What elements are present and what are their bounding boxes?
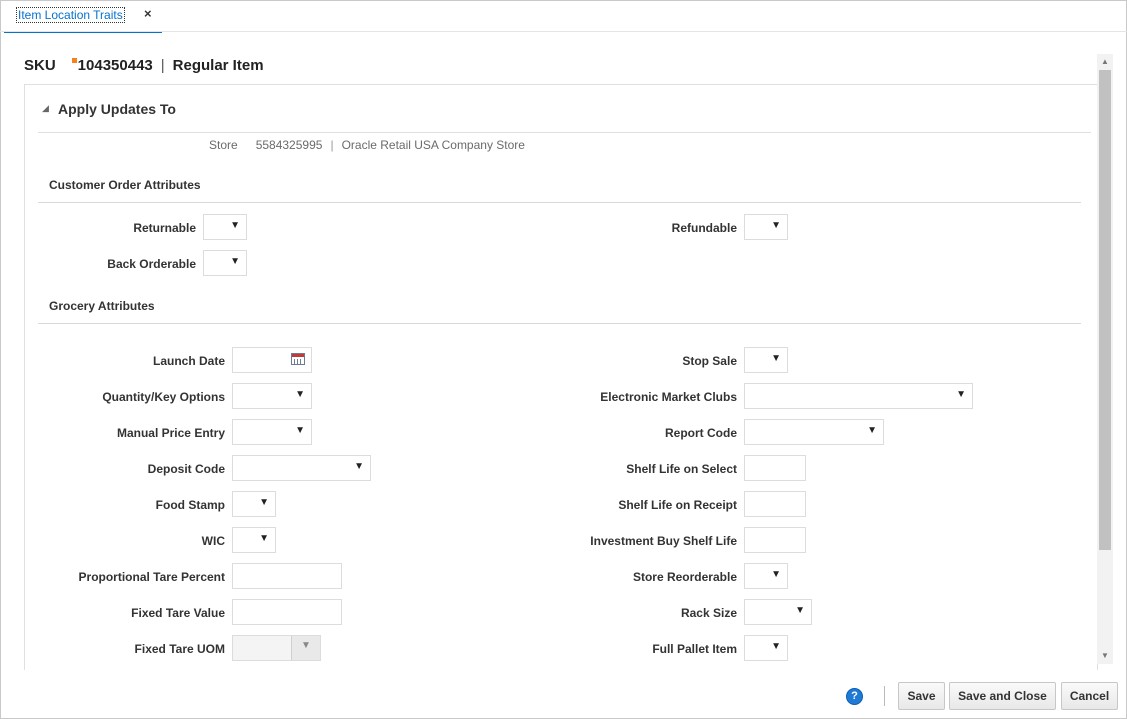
chevron-down-icon: ▼ <box>259 497 269 508</box>
food-stamp-label: Food Stamp <box>155 498 225 512</box>
deposit-code-label: Deposit Code <box>147 462 225 476</box>
back-orderable-select[interactable]: ▼ <box>203 250 247 276</box>
shelf-life-on-select-label: Shelf Life on Select <box>626 462 737 476</box>
store-info: Store 5584325995 | Oracle Retail USA Compan… <box>209 138 525 152</box>
refundable-label: Refundable <box>671 221 737 235</box>
rack-size-select[interactable]: ▼ <box>744 599 812 625</box>
chevron-down-icon: ▼ <box>771 220 781 231</box>
section-divider <box>38 132 1091 133</box>
store-reorderable-label: Store Reorderable <box>632 570 737 584</box>
chevron-down-icon: ▼ <box>295 425 305 436</box>
shelf-life-on-receipt-input[interactable] <box>744 491 806 517</box>
back-orderable-label: Back Orderable <box>107 257 196 271</box>
chevron-down-icon: ▼ <box>956 389 966 400</box>
tab-label[interactable]: Item Location Traits <box>16 7 125 23</box>
stop-sale-select[interactable]: ▼ <box>744 347 788 373</box>
food-stamp-select[interactable]: ▼ <box>232 491 276 517</box>
rack-size-label: Rack Size <box>680 606 737 620</box>
refundable-select[interactable]: ▼ <box>744 214 788 240</box>
chevron-down-icon: ▼ <box>771 569 781 580</box>
wic-label: WIC <box>201 534 225 548</box>
returnable-label: Returnable <box>133 221 196 235</box>
item-type: Regular Item <box>172 57 264 74</box>
manual-price-entry-select[interactable]: ▼ <box>232 419 312 445</box>
scroll-down-arrow-icon[interactable]: ▼ <box>1099 650 1111 662</box>
footer-separator <box>884 686 885 706</box>
help-icon[interactable]: ? <box>846 688 863 705</box>
save-and-close-button[interactable]: Save and Close <box>949 682 1056 710</box>
section-title: Apply Updates To <box>58 101 176 117</box>
sku-value: 104350443 <box>77 57 153 74</box>
electronic-market-clubs-label: Electronic Market Clubs <box>600 390 737 404</box>
close-icon[interactable]: × <box>144 6 152 21</box>
deposit-code-select[interactable]: ▼ <box>232 455 371 481</box>
fixed-tare-value-input[interactable] <box>232 599 342 625</box>
full-pallet-item-select[interactable]: ▼ <box>744 635 788 661</box>
store-name: Oracle Retail USA Company Store <box>341 138 525 152</box>
chevron-down-icon: ▼ <box>301 640 311 651</box>
chevron-down-icon: ▼ <box>771 641 781 652</box>
report-code-select[interactable]: ▼ <box>744 419 884 445</box>
required-indicator-icon <box>71 58 77 63</box>
chevron-down-icon: ▼ <box>867 425 877 436</box>
collapse-toggle-icon[interactable]: ◢ <box>42 103 49 114</box>
chevron-down-icon: ▼ <box>295 389 305 400</box>
scroll-up-arrow-icon[interactable]: ▲ <box>1099 56 1111 68</box>
group-title-customer-order: Customer Order Attributes <box>49 178 201 192</box>
store-reorderable-select[interactable]: ▼ <box>744 563 788 589</box>
store-label: Store <box>209 138 238 152</box>
quantity-key-options-select[interactable]: ▼ <box>232 383 312 409</box>
investment-buy-shelf-life-label: Investment Buy Shelf Life <box>590 534 737 548</box>
proportional-tare-percent-label: Proportional Tare Percent <box>78 570 225 584</box>
chevron-down-icon: ▼ <box>771 353 781 364</box>
chevron-down-icon: ▼ <box>230 220 240 231</box>
tab-bar-divider <box>0 31 1127 32</box>
full-pallet-item-label: Full Pallet Item <box>652 642 737 656</box>
group-title-grocery: Grocery Attributes <box>49 299 155 313</box>
group-divider <box>38 323 1081 324</box>
chevron-down-icon: ▼ <box>354 461 364 472</box>
sku-label: SKU <box>24 57 56 74</box>
group-divider <box>38 202 1081 203</box>
launch-date-input[interactable] <box>232 347 312 373</box>
shelf-life-on-select-input[interactable] <box>744 455 806 481</box>
lov-button[interactable]: ▼ <box>291 636 320 660</box>
chevron-down-icon: ▼ <box>230 256 240 267</box>
quantity-key-options-label: Quantity/Key Options <box>102 390 225 404</box>
chevron-down-icon: ▼ <box>259 533 269 544</box>
launch-date-label: Launch Date <box>152 354 225 368</box>
returnable-select[interactable]: ▼ <box>203 214 247 240</box>
shelf-life-on-receipt-label: Shelf Life on Receipt <box>618 498 737 512</box>
page-title: SKU 104350443 | Regular Item <box>24 57 264 74</box>
proportional-tare-percent-input[interactable] <box>232 563 342 589</box>
fixed-tare-uom-label: Fixed Tare UOM <box>134 642 225 656</box>
fixed-tare-value-label: Fixed Tare Value <box>131 606 225 620</box>
header-separator: | <box>160 57 165 74</box>
fixed-tare-uom-select[interactable]: ▼ <box>232 635 321 661</box>
calendar-icon[interactable] <box>291 353 305 365</box>
report-code-label: Report Code <box>665 426 737 440</box>
manual-price-entry-label: Manual Price Entry <box>116 426 225 440</box>
store-id: 5584325995 <box>255 138 323 152</box>
stop-sale-label: Stop Sale <box>682 354 737 368</box>
wic-select[interactable]: ▼ <box>232 527 276 553</box>
investment-buy-shelf-life-input[interactable] <box>744 527 806 553</box>
scrollbar-thumb[interactable] <box>1099 70 1111 550</box>
electronic-market-clubs-select[interactable]: ▼ <box>744 383 973 409</box>
save-button[interactable]: Save <box>898 682 945 710</box>
cancel-button[interactable]: Cancel <box>1061 682 1118 710</box>
tab-item-location-traits[interactable]: Item Location Traits × <box>4 4 162 33</box>
store-separator: | <box>330 138 334 152</box>
chevron-down-icon: ▼ <box>795 605 805 616</box>
